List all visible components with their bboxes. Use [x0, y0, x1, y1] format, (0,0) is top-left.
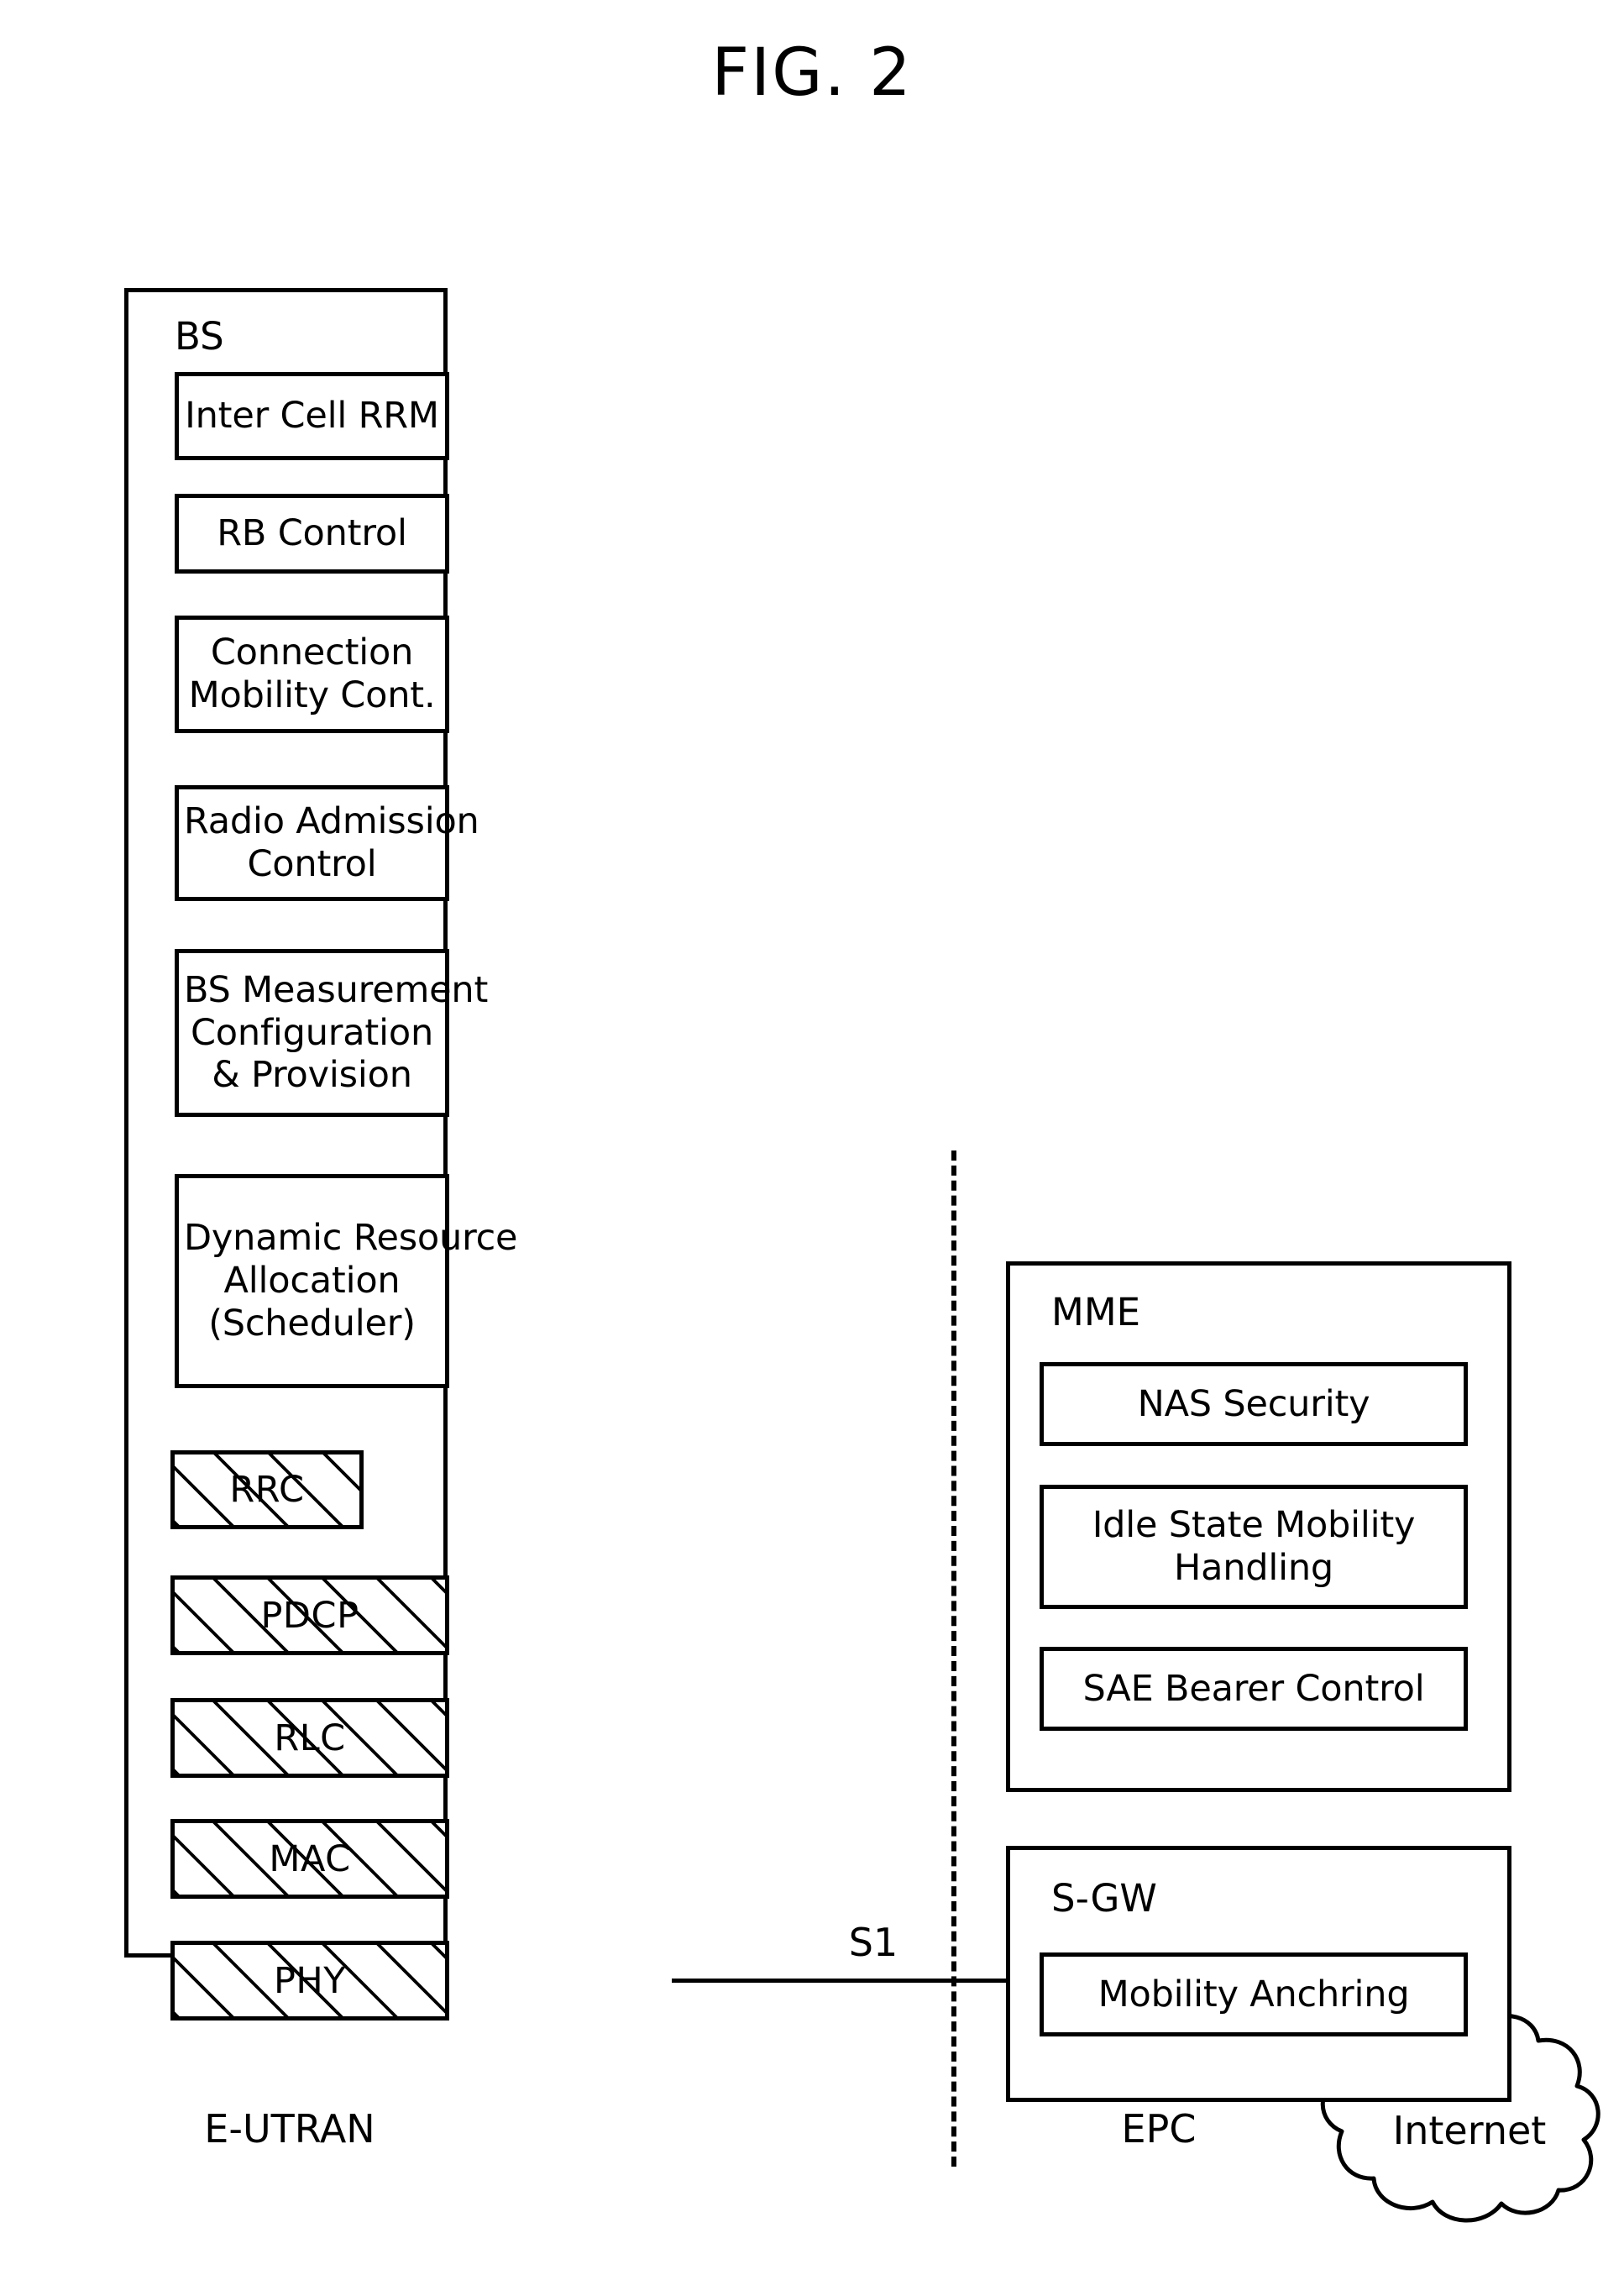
mme-function-label: SAE Bearer Control [1082, 1667, 1425, 1710]
mme-function-label: Idle State Mobility [1092, 1504, 1416, 1547]
internet-cloud-label: Internet [1392, 2108, 1547, 2153]
bs-function-label: Allocation [223, 1260, 401, 1302]
bs-function-connection-mobility-cont: Connection Mobility Cont. [175, 616, 449, 733]
eutran-epc-divider [951, 1150, 956, 2167]
sgw-function-mobility-anchring: Mobility Anchring [1040, 1952, 1468, 2036]
bs-layer-mac: MAC [170, 1819, 449, 1899]
mme-function-nas-security: NAS Security [1040, 1362, 1468, 1446]
s1-connector-line [672, 1979, 1008, 1983]
bs-layer-label: PDCP [260, 1594, 359, 1637]
bs-function-label: Mobility Cont. [188, 674, 436, 716]
bs-function-radio-admission-control: Radio Admission Control [175, 785, 479, 901]
bs-layer-rlc: RLC [170, 1698, 449, 1778]
eutran-region-caption: E-UTRAN [204, 2106, 375, 2152]
bs-layer-label: RLC [274, 1717, 346, 1759]
bs-layer-pdcp: PDCP [170, 1575, 449, 1655]
bs-function-label: & Provision [212, 1054, 412, 1097]
bs-function-label: BS Measurement [184, 968, 489, 1011]
mme-function-sae-bearer-control: SAE Bearer Control [1040, 1647, 1468, 1731]
bs-layer-rrc: RRC [170, 1450, 364, 1529]
bs-function-bs-measurement-configuration: BS Measurement Configuration & Provision [175, 949, 489, 1117]
bs-node-label: BS [175, 314, 224, 359]
bs-layer-label: MAC [269, 1837, 351, 1880]
mme-function-label: Handling [1173, 1547, 1334, 1589]
bs-layer-label: RRC [229, 1469, 305, 1511]
bs-layer-label: PHY [273, 1959, 347, 2002]
sgw-node-label: S-GW [1051, 1876, 1157, 1921]
bs-function-label: Connection [210, 632, 414, 674]
bs-layer-phy: PHY [170, 1941, 449, 2021]
bs-function-label: Control [247, 843, 377, 885]
s1-interface-label: S1 [848, 1920, 898, 1965]
bs-function-label: Configuration [190, 1011, 433, 1054]
mme-function-idle-state-mobility-handling: Idle State Mobility Handling [1040, 1485, 1468, 1609]
bs-function-dynamic-resource-allocation: Dynamic Resource Allocation (Scheduler) [175, 1174, 518, 1388]
bs-function-label: RB Control [217, 512, 407, 555]
bs-function-label: Radio Admission [184, 800, 479, 843]
mme-function-label: NAS Security [1137, 1382, 1370, 1425]
figure-title: FIG. 2 [711, 35, 913, 111]
bs-function-label: Inter Cell RRM [185, 395, 439, 438]
sgw-function-label: Mobility Anchring [1098, 1973, 1410, 2015]
mme-node-label: MME [1051, 1290, 1141, 1334]
bs-function-label: Dynamic Resource [184, 1217, 518, 1260]
epc-region-caption: EPC [1121, 2106, 1197, 2152]
bs-function-label: (Scheduler) [208, 1302, 416, 1344]
bs-function-inter-cell-rrm: Inter Cell RRM [175, 372, 449, 460]
bs-function-rb-control: RB Control [175, 494, 449, 574]
figure-canvas: FIG. 2 BS Inter Cell RRM RB Control Conn… [0, 0, 1624, 2280]
